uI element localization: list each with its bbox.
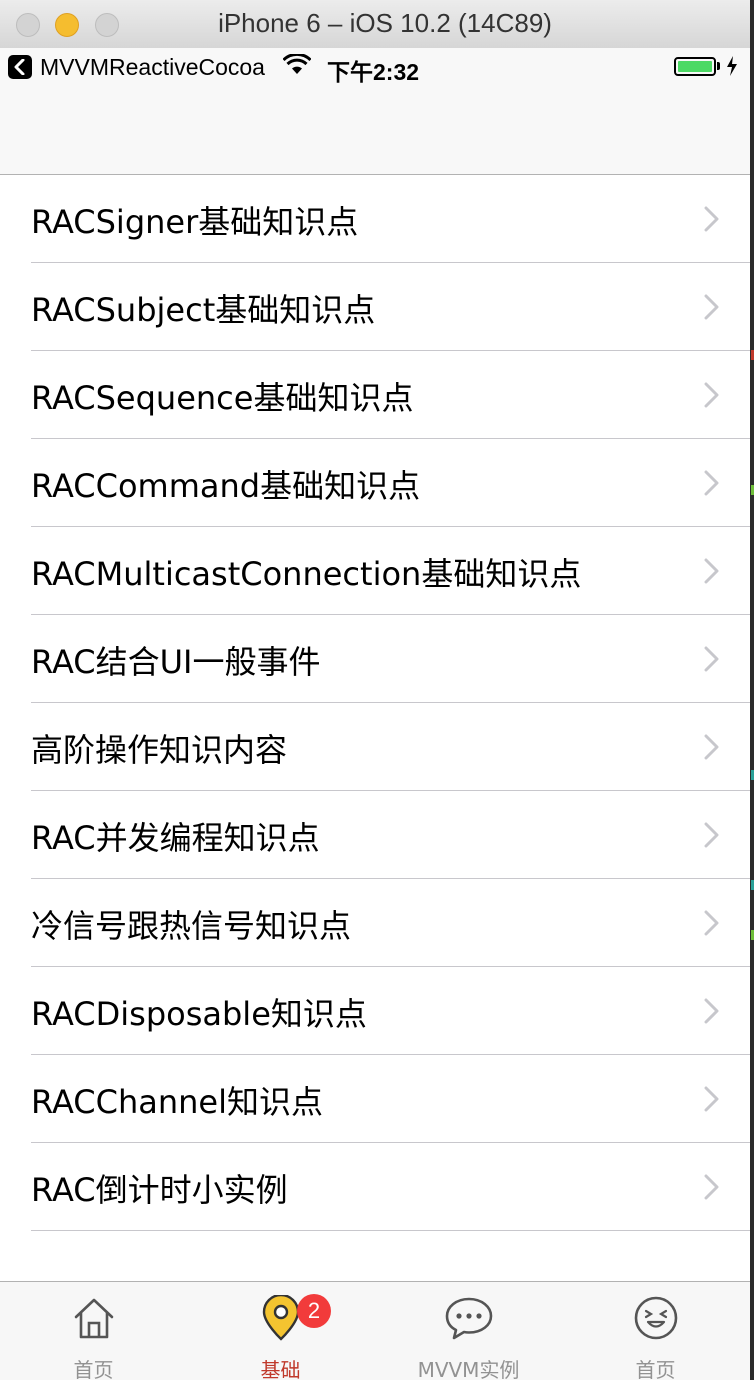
tab-bar: 首页 基础 2 MVVM实例 首页 [0, 1281, 750, 1380]
home-icon [71, 1295, 117, 1345]
navigation-bar [0, 86, 750, 175]
list-item-label: RACSequence基础知识点 [31, 379, 414, 417]
list-item-label: RACMulticastConnection基础知识点 [31, 555, 582, 593]
list-item-label: RACDisposable知识点 [31, 995, 367, 1033]
tab-3[interactable]: MVVM实例 [375, 1282, 562, 1380]
list-item-label: RACSigner基础知识点 [31, 203, 359, 241]
battery-tip [717, 62, 720, 70]
chevron-right-icon [704, 294, 719, 320]
tab-label: 首页 [73, 1358, 114, 1380]
chevron-right-icon [704, 998, 719, 1024]
list-item[interactable]: RAC并发编程知识点 [0, 791, 750, 879]
tab-label: MVVM实例 [417, 1358, 520, 1380]
list-item-label: 高阶操作知识内容 [31, 731, 288, 769]
list-item[interactable]: RACSubject基础知识点 [0, 263, 750, 351]
chevron-right-icon [704, 1174, 719, 1200]
window-title: iPhone 6 – iOS 10.2 (14C89) [218, 8, 552, 38]
list-item[interactable]: RACCommand基础知识点 [0, 439, 750, 527]
battery-level [678, 61, 712, 72]
chevron-right-icon [704, 734, 719, 760]
list-item[interactable]: RACMulticastConnection基础知识点 [0, 527, 750, 615]
wifi-icon [283, 54, 311, 74]
list-item-label: RACSubject基础知识点 [31, 291, 376, 329]
chevron-right-icon [704, 382, 719, 408]
list-item[interactable]: RACDisposable知识点 [0, 967, 750, 1055]
simulator-window: iPhone 6 – iOS 10.2 (14C89) MVVMReactive… [0, 0, 750, 1380]
list-item-label: 冷信号跟热信号知识点 [31, 907, 352, 945]
desktop-background-edge [750, 0, 754, 1380]
list-item[interactable]: RAC结合UI一般事件 [0, 615, 750, 703]
list-item[interactable]: 冷信号跟热信号知识点 [0, 879, 750, 967]
row-separator [31, 1230, 750, 1231]
minimize-window-button[interactable] [55, 13, 79, 37]
location-pin-icon [258, 1293, 304, 1345]
tab-1[interactable]: 首页 [0, 1282, 187, 1380]
window-titlebar: iPhone 6 – iOS 10.2 (14C89) [0, 0, 750, 49]
back-to-app-button[interactable] [8, 55, 32, 79]
topic-list: RACSigner基础知识点 RACSubject基础知识点 RACSequence… [0, 175, 750, 1231]
list-item-label: RAC并发编程知识点 [31, 819, 320, 857]
list-item[interactable]: 高阶操作知识内容 [0, 703, 750, 791]
close-window-button[interactable] [16, 13, 40, 37]
list-item-label: RAC结合UI一般事件 [31, 643, 321, 681]
status-bar: MVVMReactiveCocoa 下午2:32 [0, 48, 750, 86]
tab-2[interactable]: 基础 [187, 1282, 374, 1380]
chevron-right-icon [704, 470, 719, 496]
chat-bubble-icon [444, 1295, 494, 1345]
tab-badge: 2 [297, 1294, 331, 1328]
back-app-label[interactable]: MVVMReactiveCocoa [40, 54, 265, 81]
list-item-label: RACChannel知识点 [31, 1083, 323, 1121]
list-item[interactable]: RACSequence基础知识点 [0, 351, 750, 439]
chevron-right-icon [704, 1086, 719, 1112]
chevron-right-icon [704, 822, 719, 848]
back-arrow-icon [14, 59, 25, 75]
list-item[interactable]: RAC倒计时小实例 [0, 1143, 750, 1231]
smiley-face-icon [633, 1295, 679, 1345]
chevron-right-icon [704, 558, 719, 584]
battery-icon [674, 57, 716, 76]
chevron-right-icon [704, 910, 719, 936]
list-item-label: RAC倒计时小实例 [31, 1171, 288, 1209]
list-item[interactable]: RACChannel知识点 [0, 1055, 750, 1143]
status-time: 下午2:32 [327, 59, 420, 85]
zoom-window-button[interactable] [95, 13, 119, 37]
tab-label: 首页 [635, 1358, 676, 1380]
chevron-right-icon [704, 206, 719, 232]
list-item-label: RACCommand基础知识点 [31, 467, 421, 505]
tab-label: 基础 [260, 1358, 301, 1380]
charging-bolt-icon [727, 56, 737, 76]
tab-4[interactable]: 首页 [562, 1282, 749, 1380]
list-item[interactable]: RACSigner基础知识点 [0, 175, 750, 263]
chevron-right-icon [704, 646, 719, 672]
